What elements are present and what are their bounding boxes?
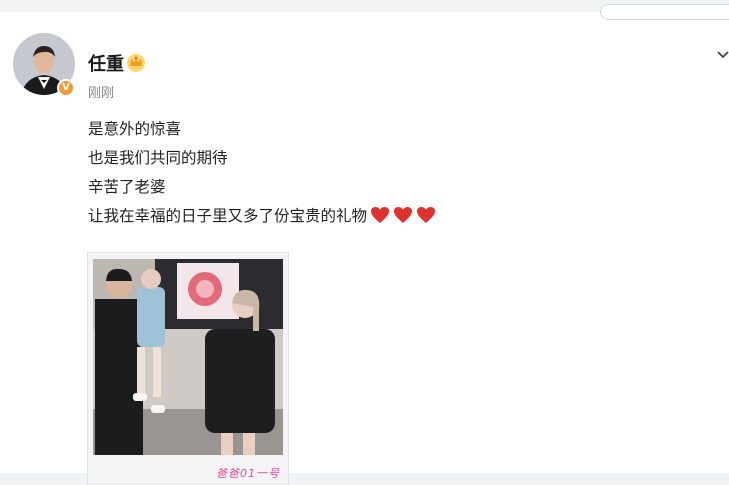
author-name[interactable]: 任重 bbox=[88, 50, 124, 76]
heart-icon bbox=[417, 207, 436, 223]
post-line-with-hearts: 让我在幸福的日子里又多了份宝贵的礼物 bbox=[88, 202, 436, 231]
post-line: 是意外的惊喜 bbox=[88, 120, 182, 138]
search-bar-edge[interactable] bbox=[600, 4, 729, 20]
post-body: 是意外的惊喜 也是我们共同的期待 辛苦了老婆 让我在幸福的日子里又多了份宝贵的礼… bbox=[88, 115, 436, 231]
heart-icon bbox=[371, 207, 390, 223]
post-timestamp[interactable]: 刚刚 bbox=[88, 82, 114, 101]
post-photo[interactable]: 爸爸01一号 bbox=[87, 252, 289, 485]
weibo-post-card: V 任重 刚刚 是意外的惊喜 也是我们共同的期待 辛苦了老婆 让我在幸福的日子里… bbox=[0, 4, 729, 485]
crown-icon bbox=[127, 54, 145, 72]
post-line: 让我在幸福的日子里又多了份宝贵的礼物 bbox=[88, 207, 368, 225]
post-line: 也是我们共同的期待 bbox=[88, 149, 228, 167]
chevron-down-icon[interactable] bbox=[716, 48, 729, 62]
heart-icon bbox=[394, 207, 413, 223]
photo-caption: 爸爸01一号 bbox=[216, 467, 280, 480]
post-line: 辛苦了老婆 bbox=[88, 178, 166, 196]
family-photo-image bbox=[93, 259, 283, 455]
verified-badge: V bbox=[57, 79, 75, 97]
